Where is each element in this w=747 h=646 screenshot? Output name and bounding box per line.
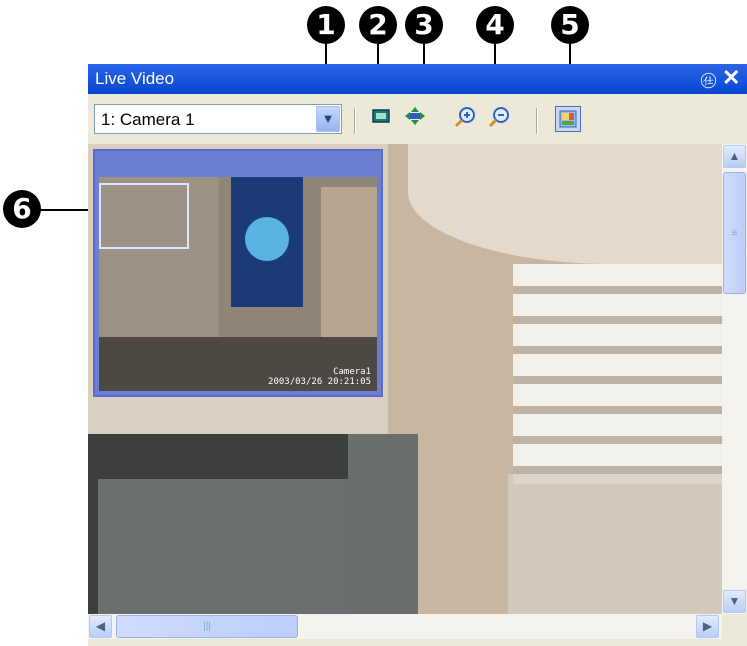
title-bar: Live Video 🩡 ✕	[88, 64, 747, 94]
callout-4: 4	[476, 6, 514, 44]
viewport-indicator[interactable]	[99, 183, 189, 249]
fit-window-button[interactable]	[368, 106, 394, 132]
thumbnail-caption: Camera1 2003/03/26 20:21:05	[268, 367, 371, 387]
video-door	[98, 479, 348, 614]
camera-select[interactable]: 1: Camera 1 ▼	[94, 104, 342, 134]
vertical-scroll-thumb[interactable]: ≡	[723, 172, 746, 294]
callout-1: 1	[307, 6, 345, 44]
thumbnail-shelf	[321, 187, 377, 337]
video-pillar	[348, 434, 418, 614]
vertical-scrollbar[interactable]: ▲ ≡ ▼	[722, 144, 747, 614]
scroll-right-button[interactable]: ▶	[696, 615, 719, 638]
video-blinds	[513, 264, 722, 484]
pan-arrows-icon	[405, 107, 425, 125]
zoom-in-button[interactable]	[452, 106, 478, 132]
toolbar-separator	[536, 108, 538, 134]
thumbnail-poster	[231, 177, 303, 307]
pan-button[interactable]	[402, 106, 428, 132]
zoom-out-icon	[488, 107, 509, 128]
camera-select-value: 1: Camera 1	[101, 110, 195, 129]
zoom-out-button[interactable]	[486, 106, 512, 132]
scroll-up-button[interactable]: ▲	[723, 145, 746, 168]
video-glass-panel	[508, 474, 722, 614]
zoom-in-icon	[454, 107, 475, 128]
toolbar: 1: Camera 1 ▼	[88, 94, 747, 144]
callout-3: 3	[405, 6, 443, 44]
scroll-left-button[interactable]: ◀	[89, 615, 112, 638]
chevron-down-icon[interactable]: ▼	[316, 106, 340, 132]
thumbnail-view-button[interactable]	[555, 106, 581, 132]
thumbnail-timestamp: 2003/03/26 20:21:05	[268, 377, 371, 387]
live-video-view[interactable]: Camera1 2003/03/26 20:21:05	[88, 144, 722, 614]
thumbnail-overview[interactable]: Camera1 2003/03/26 20:21:05	[93, 149, 383, 397]
horizontal-scroll-thumb[interactable]: |||	[116, 615, 298, 638]
pin-icon[interactable]: 🩡	[700, 68, 717, 97]
horizontal-scrollbar[interactable]: ◀ ||| ▶	[88, 614, 722, 639]
thumbnail-camera-label: Camera1	[333, 367, 371, 377]
callout-6: 6	[3, 190, 41, 228]
fit-window-icon	[372, 109, 390, 123]
scroll-down-button[interactable]: ▼	[723, 590, 746, 613]
live-video-window: Live Video 🩡 ✕ 1: Camera 1 ▼ Camera1 200…	[88, 64, 747, 646]
toolbar-separator	[354, 108, 356, 134]
scrollbar-corner	[722, 614, 747, 639]
callout-5: 5	[551, 6, 589, 44]
window-title: Live Video	[95, 69, 175, 88]
thumbnail-view-icon	[559, 110, 577, 128]
close-icon[interactable]: ✕	[722, 65, 740, 91]
callout-2: 2	[359, 6, 397, 44]
